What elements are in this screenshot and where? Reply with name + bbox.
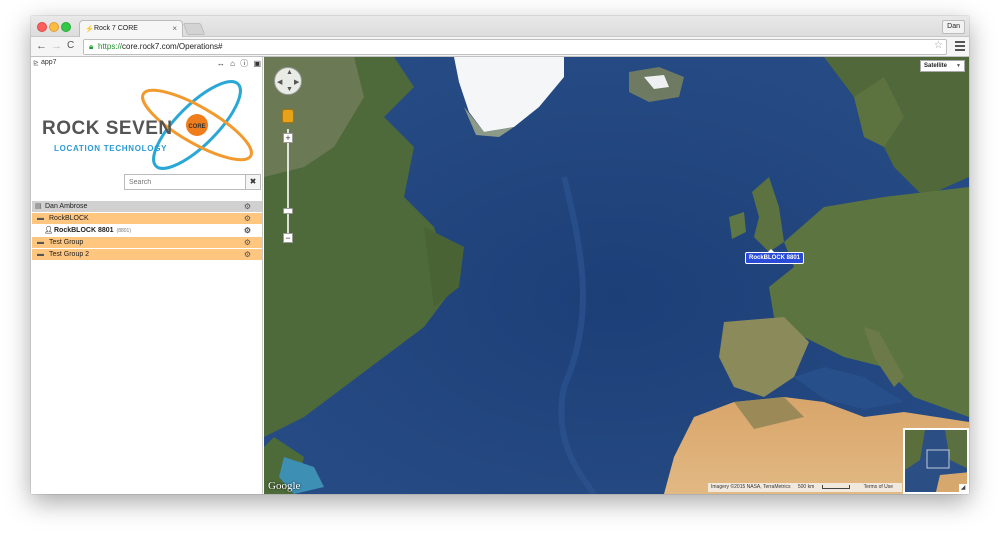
zoom-out-button[interactable]: − xyxy=(283,233,293,243)
logo-title: ROCK SEVEN xyxy=(42,118,173,139)
pan-left-icon[interactable]: ◀ xyxy=(277,78,282,86)
zoom-slider-handle[interactable] xyxy=(283,208,293,214)
favicon-icon: ⚡ xyxy=(85,26,94,33)
pan-down-icon[interactable]: ▼ xyxy=(286,86,293,93)
street-view-pegman-icon[interactable] xyxy=(282,109,294,123)
search-input[interactable] xyxy=(124,174,246,190)
tab-bar: ⚡ Rock 7 CORE × Dan xyxy=(31,16,969,37)
chevron-down-icon: ▼ xyxy=(956,63,961,69)
folder-icon: ▬ xyxy=(37,239,44,246)
device-marker[interactable]: RockBLOCK 8801 xyxy=(745,249,805,264)
tree-item-group[interactable]: ▬ RockBLOCK ⚙ xyxy=(32,213,262,225)
google-logo[interactable]: Google xyxy=(268,480,300,492)
address-bar[interactable]: 🔒︎ https://core.rock7.com/Operations# ☆ xyxy=(83,39,947,55)
map-imagery xyxy=(264,57,969,494)
svg-text:CORE: CORE xyxy=(188,124,205,130)
zoom-in-button[interactable]: + xyxy=(283,133,293,143)
map-attribution: Imagery ©2015 NASA, TerraMetrics 500 km … xyxy=(708,483,903,492)
collapse-icon[interactable]: ↔ xyxy=(217,59,225,68)
maximize-window-button[interactable] xyxy=(61,22,71,32)
zoom-slider-track[interactable] xyxy=(287,129,289,239)
search-box: ✖ xyxy=(124,174,261,190)
gear-icon[interactable]: ⚙ xyxy=(244,237,251,249)
logo-subtitle: LOCATION TECHNOLOGY xyxy=(54,144,168,153)
tree-item-group[interactable]: ▬ Test Group ⚙ xyxy=(32,237,262,249)
profile-button[interactable]: Dan xyxy=(942,20,965,34)
overview-toggle-icon[interactable]: ◢ xyxy=(959,484,967,492)
scale-label: 500 km xyxy=(798,484,856,490)
browser-toolbar: ← → C 🔒︎ https://core.rock7.com/Operatio… xyxy=(31,37,969,57)
tab-close-icon[interactable]: × xyxy=(172,24,177,33)
tab-rock7-core[interactable]: ⚡ Rock 7 CORE × xyxy=(79,20,183,37)
reload-button[interactable]: C xyxy=(67,40,74,52)
minimize-window-button[interactable] xyxy=(49,22,59,32)
lock-icon[interactable]: ▣ xyxy=(253,59,261,68)
terms-link[interactable]: Terms of Use xyxy=(864,484,893,490)
folder-icon: ▬ xyxy=(37,251,44,258)
close-window-button[interactable] xyxy=(37,22,47,32)
tab-title: Rock 7 CORE xyxy=(94,25,138,32)
overview-map[interactable]: ◢ xyxy=(903,428,969,494)
back-button[interactable]: ← xyxy=(36,40,47,52)
pan-up-icon[interactable]: ▲ xyxy=(286,69,293,76)
tree-item-group[interactable]: ▬ Test Group 2 ⚙ xyxy=(32,249,262,261)
sidebar-header: ⊵ app7 ↔ ⌂ ⓘ ▣ xyxy=(31,57,263,69)
forward-button[interactable]: → xyxy=(51,40,62,52)
scale-bar xyxy=(822,484,851,489)
gear-icon[interactable]: ⚙ xyxy=(244,249,251,261)
person-icon: 👤︎ xyxy=(44,227,53,234)
url-text: https://core.rock7.com/Operations# xyxy=(98,42,223,51)
lock-icon: 🔒︎ xyxy=(89,42,94,51)
user-icon: ⊵ xyxy=(33,60,39,67)
folder-icon: ▬ xyxy=(37,215,44,222)
gear-icon[interactable]: ⚙ xyxy=(244,201,251,213)
device-tree: ▤ Dan Ambrose ⚙ ▬ RockBLOCK ⚙ 👤︎ RockBLO… xyxy=(32,201,262,261)
pan-control[interactable]: ▲ ◀ ▶ ▼ xyxy=(274,67,302,95)
gear-icon[interactable]: ⚙ xyxy=(244,213,251,225)
satellite-map[interactable]: ▲ ◀ ▶ ▼ + − Satellite ▼ RockBLOCK 8801 G… xyxy=(264,57,969,494)
clear-search-icon[interactable]: ✖ xyxy=(246,174,261,190)
app-user-name: app7 xyxy=(41,59,57,66)
home-icon[interactable]: ⌂ xyxy=(230,59,235,68)
bookmark-star-icon[interactable]: ☆ xyxy=(934,39,943,53)
account-icon: ▤ xyxy=(35,203,42,210)
pan-right-icon[interactable]: ▶ xyxy=(294,78,299,86)
new-tab-button[interactable] xyxy=(182,23,206,35)
map-type-select[interactable]: Satellite ▼ xyxy=(920,60,965,72)
sidebar: ⊵ app7 ↔ ⌂ ⓘ ▣ CORE ROCK SEVEN LOCATION … xyxy=(31,57,263,494)
tree-item-account[interactable]: ▤ Dan Ambrose ⚙ xyxy=(32,201,262,213)
browser-menu-icon[interactable] xyxy=(955,41,965,51)
rock-seven-logo: CORE ROCK SEVEN LOCATION TECHNOLOGY xyxy=(39,73,254,173)
info-icon[interactable]: ⓘ xyxy=(240,59,248,68)
browser-window: ⚡ Rock 7 CORE × Dan ← → C 🔒︎ https://cor… xyxy=(31,16,969,494)
tree-item-device[interactable]: 👤︎ RockBLOCK 8801 (8801) ⚙ xyxy=(32,225,262,237)
gear-icon[interactable]: ⚙ xyxy=(244,225,251,237)
